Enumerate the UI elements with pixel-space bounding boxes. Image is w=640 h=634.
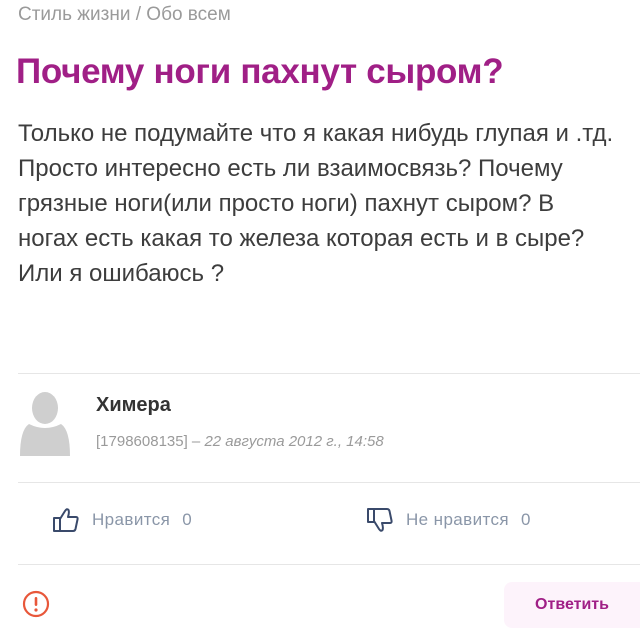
thumbs-up-icon <box>53 508 79 532</box>
like-button[interactable]: Нравится 0 <box>52 506 192 534</box>
divider <box>18 482 640 483</box>
question-title: Почему ноги пахнут сыром? <box>16 52 504 91</box>
breadcrumb-separator: / <box>130 4 147 25</box>
dislike-count: 0 <box>520 510 531 529</box>
question-body: Только не подумайте что я какая нибудь г… <box>18 120 614 287</box>
thumbs-down-icon <box>367 508 393 532</box>
post-date: 22 августа 2012 г., 14:58 <box>204 433 384 450</box>
like-label: Нравится <box>92 510 171 529</box>
breadcrumb-subcategory-link[interactable]: Обо всем <box>146 4 231 25</box>
author-meta: [1798608135] – 22 августа 2012 г., 14:58 <box>96 433 384 450</box>
author-name[interactable]: Химера <box>96 394 171 417</box>
author-id: [1798608135] <box>96 433 188 450</box>
dislike-button[interactable]: Не нравится 0 <box>366 506 531 534</box>
meta-separator: – <box>187 433 205 450</box>
divider <box>18 373 640 374</box>
breadcrumb: Стиль жизни / Обо всем <box>18 4 231 26</box>
user-silhouette-icon[interactable] <box>20 388 70 456</box>
exclamation-circle-icon[interactable] <box>22 590 50 618</box>
divider <box>18 564 640 565</box>
reply-button[interactable]: Ответить <box>504 582 640 628</box>
dislike-label: Не нравится <box>406 510 509 529</box>
breadcrumb-category-link[interactable]: Стиль жизни <box>18 4 130 25</box>
like-count: 0 <box>182 510 193 529</box>
